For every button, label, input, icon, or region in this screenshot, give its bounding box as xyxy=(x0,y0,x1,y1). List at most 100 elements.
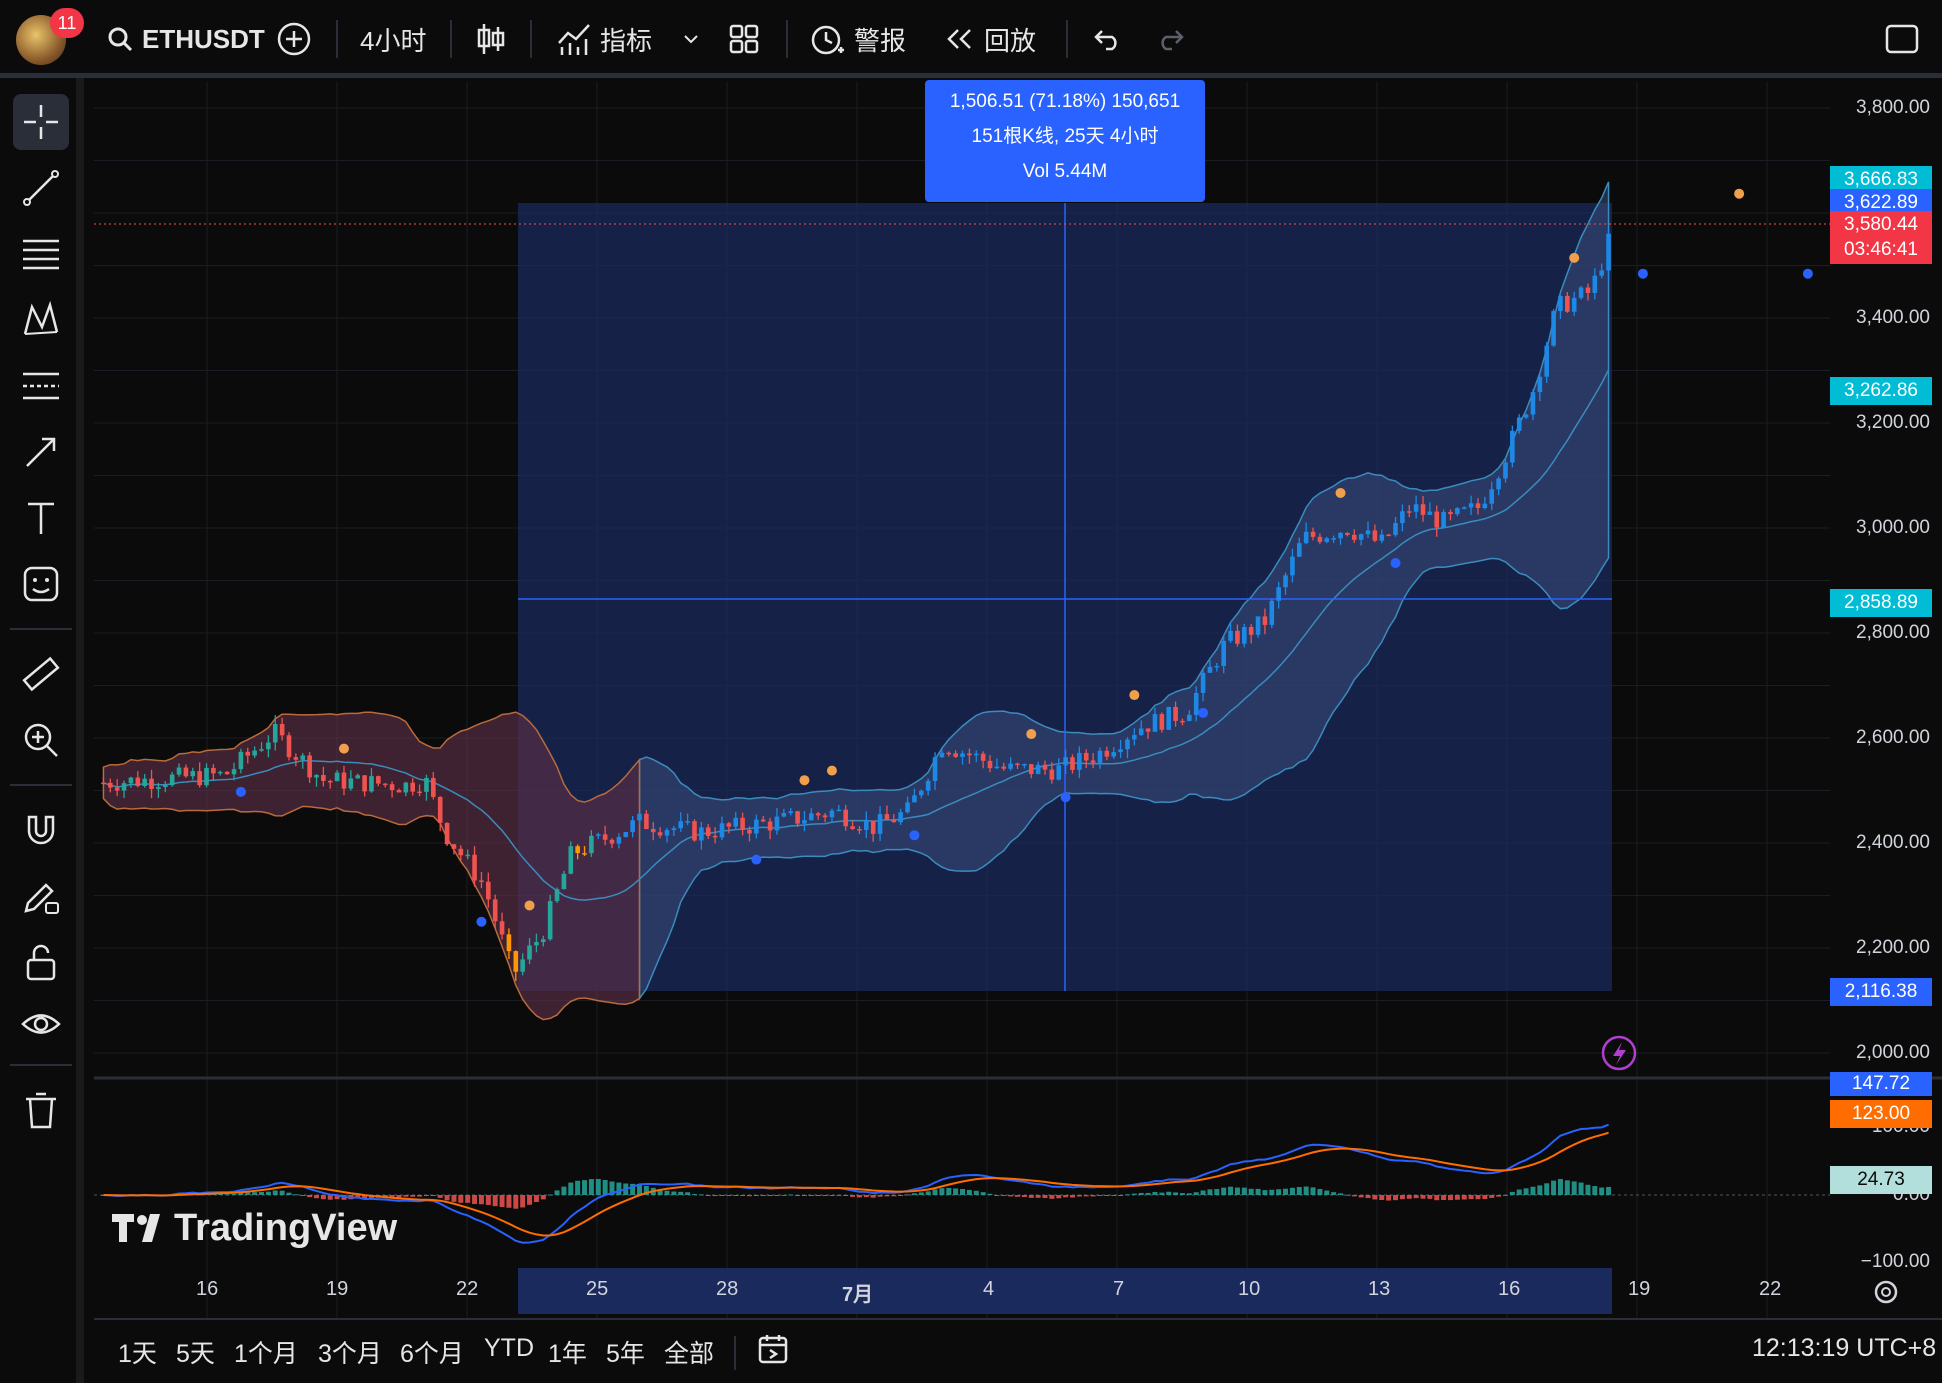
macd-hist-bar xyxy=(1248,1188,1254,1195)
macd-hist-bar xyxy=(1482,1195,1488,1200)
candle-body xyxy=(1372,530,1378,541)
candle-body xyxy=(637,813,642,821)
macd-hist-bar xyxy=(788,1194,794,1196)
candle-body xyxy=(355,775,361,779)
macd-hist-bar xyxy=(994,1194,1000,1196)
candle-body xyxy=(486,881,491,900)
candle-body xyxy=(1180,720,1185,723)
macd-hist-bar xyxy=(870,1195,876,1198)
macd-hist-bar xyxy=(1241,1187,1247,1195)
price-chart[interactable] xyxy=(0,0,1942,1383)
macd-hist-bar xyxy=(1124,1194,1130,1196)
macd-hist-bar xyxy=(1166,1191,1172,1195)
candle-body xyxy=(1558,295,1563,312)
macd-hist-bar xyxy=(1413,1195,1419,1199)
candle-body xyxy=(1599,270,1604,276)
macd-hist-bar xyxy=(960,1189,966,1195)
candle-body xyxy=(1331,538,1336,540)
goto-date-button[interactable] xyxy=(756,1332,792,1375)
macd-hist-bar xyxy=(1179,1193,1185,1195)
settings-gear-icon[interactable] xyxy=(1874,1280,1898,1304)
macd-hist-bar xyxy=(293,1194,299,1196)
macd-hist-bar xyxy=(1338,1193,1344,1195)
candle-body xyxy=(575,846,580,854)
price-label: 3,800.00 xyxy=(1856,97,1930,118)
macd-hist-bar xyxy=(822,1195,828,1196)
macd-hist-bar xyxy=(733,1195,739,1196)
candle-body xyxy=(1475,503,1481,509)
candle-body xyxy=(534,942,539,946)
candle-body xyxy=(946,752,952,755)
candle-body xyxy=(334,772,340,782)
range-ytd-button[interactable]: YTD xyxy=(484,1334,534,1363)
macd-hist-bar xyxy=(815,1195,821,1196)
candle-body xyxy=(149,778,154,789)
candle-body xyxy=(1592,275,1598,293)
macd-hist-bar xyxy=(877,1195,883,1197)
candle-body xyxy=(1585,287,1591,293)
macd-hist-bar xyxy=(898,1195,904,1196)
candle-body xyxy=(1393,523,1398,535)
candle-body xyxy=(300,755,306,760)
candle-body xyxy=(671,828,677,831)
candle-body xyxy=(1015,763,1020,766)
candle-body xyxy=(1386,534,1391,537)
macd-hist-bar xyxy=(1599,1187,1605,1195)
macd-hist-bar xyxy=(1118,1195,1124,1196)
candle-body xyxy=(376,776,381,784)
candle-body xyxy=(973,753,979,756)
candle-body xyxy=(692,821,697,841)
candle-body xyxy=(857,828,862,831)
range-5d-button[interactable]: 5天 xyxy=(176,1334,215,1370)
clock-timezone[interactable]: 12:13:19 UTC+8 xyxy=(1752,1334,1936,1363)
candle-body xyxy=(499,921,505,935)
macd-hist-bar xyxy=(966,1189,972,1195)
candle-body xyxy=(939,752,945,758)
candle-body xyxy=(1413,504,1419,512)
macd-hist-bar xyxy=(1111,1195,1117,1196)
candle-body xyxy=(1138,728,1144,736)
measure-change: 1,506.51 (71.18%) 150,651 xyxy=(949,91,1181,112)
range-3m-button[interactable]: 3个月 xyxy=(318,1334,382,1370)
time-label-month: 7月 xyxy=(842,1284,874,1306)
range-all-button[interactable]: 全部 xyxy=(664,1334,714,1370)
macd-hist-bar xyxy=(781,1194,787,1196)
macd-hist-bar xyxy=(1186,1193,1192,1195)
candle-body xyxy=(272,723,278,743)
macd-hist-bar xyxy=(678,1191,684,1195)
candle-body xyxy=(1482,503,1488,509)
range-1m-button[interactable]: 1个月 xyxy=(234,1334,298,1370)
range-6m-button[interactable]: 6个月 xyxy=(400,1334,464,1370)
bar-countdown: 03:46:41 xyxy=(1830,236,1932,264)
macd-hist-bar xyxy=(1530,1186,1536,1195)
macd-hist-bar xyxy=(664,1190,670,1195)
candle-body xyxy=(699,827,704,841)
range-5y-button[interactable]: 5年 xyxy=(606,1334,645,1370)
candle-body xyxy=(877,814,883,834)
signal-dot xyxy=(1637,268,1648,279)
candle-body xyxy=(1544,345,1550,377)
candle-body xyxy=(279,723,285,736)
candle-body xyxy=(705,827,711,836)
candle-body xyxy=(458,848,464,856)
range-1y-button[interactable]: 1年 xyxy=(548,1334,587,1370)
time-label: 19 xyxy=(1628,1278,1651,1300)
candle-body xyxy=(1166,706,1172,730)
candle-body xyxy=(1345,532,1350,535)
macd-hist-bar xyxy=(1496,1195,1502,1197)
macd-hist-bar xyxy=(1021,1195,1027,1198)
signal-dot xyxy=(1026,729,1037,740)
candle-body xyxy=(1118,749,1123,753)
time-range-highlight xyxy=(518,1268,1612,1314)
candle-body xyxy=(836,809,842,812)
macd-hist-bar xyxy=(1228,1186,1234,1195)
candle-body xyxy=(1056,765,1062,780)
candle-body xyxy=(1283,575,1288,588)
candle-body xyxy=(1351,534,1357,540)
range-1d-button[interactable]: 1天 xyxy=(118,1334,157,1370)
macd-hist-bar xyxy=(884,1195,890,1197)
candle-body xyxy=(1083,752,1089,761)
macd-hist-bar xyxy=(1269,1189,1275,1195)
macd-hist-bar xyxy=(946,1187,952,1195)
macd-hist-bar xyxy=(1310,1187,1316,1195)
